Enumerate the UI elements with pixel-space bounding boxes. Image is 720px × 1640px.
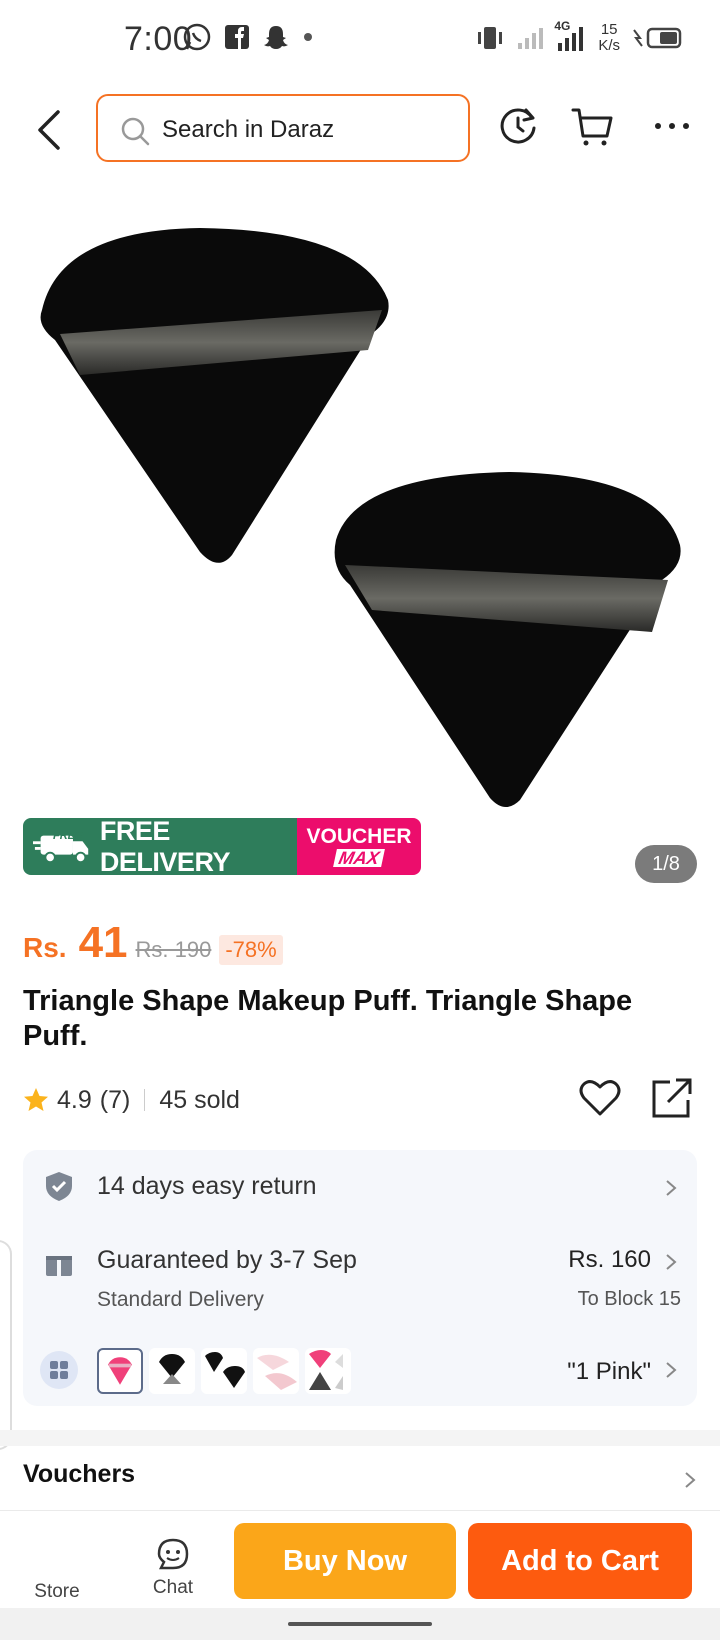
section-separator <box>0 1430 720 1446</box>
network-speed-value: 15 <box>600 21 618 38</box>
voucher-text: VOUCHER <box>306 825 412 848</box>
share-icon[interactable] <box>650 1076 694 1120</box>
heart-icon[interactable] <box>578 1076 622 1120</box>
system-nav-bar <box>0 1608 720 1640</box>
chat-label: Chat <box>152 1577 194 1598</box>
delivery-location: To Block 15 <box>577 1288 681 1310</box>
free-delivery-badge: FREE FREE DELIVERY <box>23 818 297 875</box>
promo-banner: FREE FREE DELIVERY VOUCHER MAX <box>23 818 421 875</box>
battery-charging-icon <box>633 27 682 49</box>
product-image[interactable] <box>0 200 720 890</box>
free-delivery-text: FREE DELIVERY <box>99 818 231 875</box>
chevron-right-icon <box>666 1362 677 1378</box>
vibrate-icon <box>478 27 503 49</box>
signal-weak-icon <box>518 28 544 49</box>
variant-thumb-black[interactable] <box>149 1348 195 1394</box>
price-value: 41 <box>78 918 128 967</box>
facebook-icon <box>225 25 249 49</box>
bottom-action-bar: Store Chat Buy Now Add to Cart <box>0 1510 720 1608</box>
delivery-text: Guaranteed by 3-7 Sep <box>97 1246 357 1274</box>
search-placeholder: Search in Daraz <box>162 116 335 143</box>
rating-row[interactable]: 4.9 (7) 45 sold <box>23 1080 240 1120</box>
voucher-max-text: MAX <box>333 848 385 868</box>
top-header: Search in Daraz <box>0 90 720 170</box>
delivery-price: Rs. 160 <box>568 1246 651 1273</box>
delivery-row[interactable]: Guaranteed by 3-7 Sep Standard Delivery … <box>23 1234 697 1324</box>
free-badge-text: FREE <box>53 830 83 842</box>
store-label: Store <box>34 1581 80 1602</box>
network-speed: 15 K/s <box>598 22 620 54</box>
signal-4g-icon: 4G <box>554 19 588 53</box>
gift-box-icon <box>46 1250 72 1276</box>
search-icon <box>121 117 150 146</box>
rating-value: 4.9 <box>57 1085 92 1114</box>
variant-thumb-pink[interactable] <box>97 1348 143 1394</box>
back-arrow-icon[interactable] <box>30 106 70 154</box>
star-icon <box>24 1088 48 1111</box>
divider <box>144 1089 146 1111</box>
chevron-right-icon <box>666 1254 677 1270</box>
rating-count: (7) <box>99 1085 131 1114</box>
snapchat-icon <box>264 26 288 49</box>
price-currency: Rs. <box>23 932 67 963</box>
image-counter: 1/8 <box>635 845 697 883</box>
chat-icon <box>157 1538 189 1570</box>
vouchers-label: Vouchers <box>23 1460 136 1488</box>
return-policy-row[interactable]: 14 days easy return <box>23 1150 697 1224</box>
chevron-right-icon <box>685 1472 696 1488</box>
add-to-cart-button[interactable]: Add to Cart <box>468 1523 692 1599</box>
price-row: Rs. 41 Rs. 190 -78% <box>23 918 283 978</box>
variant-thumb-black-pair[interactable] <box>201 1348 247 1394</box>
shield-check-icon <box>46 1172 72 1201</box>
network-speed-unit: K/s <box>598 37 620 54</box>
more-icon[interactable] <box>650 104 694 148</box>
chevron-right-icon <box>666 1180 677 1196</box>
variant-thumb-light-pink[interactable] <box>253 1348 299 1394</box>
dot-icon <box>304 33 312 41</box>
buy-now-button[interactable]: Buy Now <box>234 1523 456 1599</box>
search-input[interactable]: Search in Daraz <box>96 94 470 162</box>
cart-icon[interactable] <box>570 104 614 148</box>
voucher-max-badge: VOUCHER MAX <box>297 818 421 875</box>
original-price: Rs. 190 <box>135 937 212 962</box>
side-drawer-handle[interactable] <box>0 1240 12 1450</box>
vouchers-row[interactable]: Vouchers <box>0 1446 720 1510</box>
product-title: Triangle Shape Makeup Puff. Triangle Sha… <box>23 985 633 1052</box>
delivery-type: Standard Delivery <box>97 1288 264 1311</box>
store-button[interactable]: Store <box>12 1539 102 1603</box>
variant-thumb-mixed[interactable] <box>305 1348 351 1394</box>
home-indicator[interactable] <box>288 1622 432 1626</box>
history-icon[interactable] <box>496 104 540 148</box>
variant-selected: "1 Pink" <box>567 1358 651 1385</box>
whatsapp-icon <box>183 23 211 51</box>
chat-button[interactable]: Chat <box>128 1537 218 1599</box>
return-text: 14 days easy return <box>97 1172 317 1200</box>
discount-badge: -78% <box>219 935 283 965</box>
status-bar: 7:00 4G 15 K/s <box>0 0 720 80</box>
sold-count: 45 sold <box>159 1085 240 1114</box>
grid-icon <box>40 1351 78 1389</box>
